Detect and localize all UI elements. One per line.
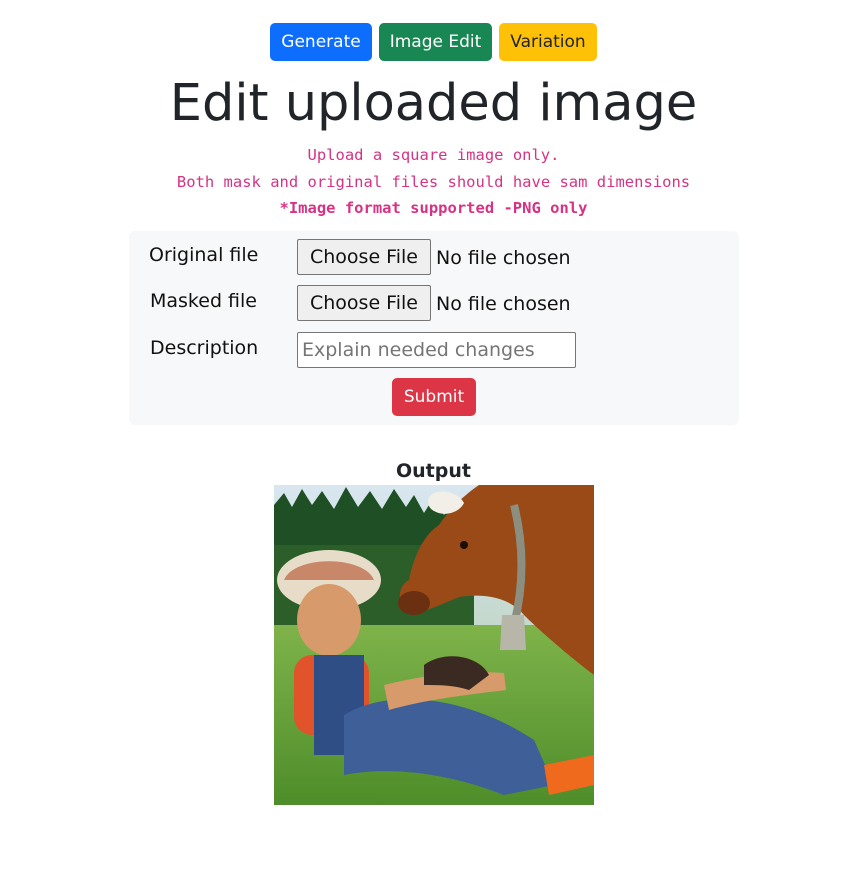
output-image bbox=[274, 485, 594, 805]
photo-boy-with-cow-icon bbox=[274, 485, 594, 805]
output-label: Output bbox=[396, 460, 471, 482]
nav-bar: Generate Image Edit Variation bbox=[0, 23, 867, 61]
image-edit-button[interactable]: Image Edit bbox=[378, 23, 493, 61]
description-label: Description bbox=[150, 337, 259, 359]
variation-button[interactable]: Variation bbox=[499, 23, 597, 61]
submit-button[interactable]: Submit bbox=[392, 378, 476, 416]
original-file-choose-button[interactable]: Choose File bbox=[297, 239, 431, 275]
description-input[interactable] bbox=[297, 332, 576, 368]
note-same-dimensions: Both mask and original files should have… bbox=[176, 173, 691, 191]
note-png-only: *Image format supported -PNG only bbox=[279, 199, 588, 217]
masked-file-choose-button[interactable]: Choose File bbox=[297, 285, 431, 321]
upload-form: Original file Choose File No file chosen… bbox=[129, 231, 739, 425]
masked-file-status: No file chosen bbox=[436, 293, 571, 315]
masked-file-label: Masked file bbox=[150, 290, 257, 312]
original-file-label: Original file bbox=[149, 244, 259, 266]
page-title: Edit uploaded image bbox=[169, 74, 698, 133]
original-file-status: No file chosen bbox=[436, 247, 571, 269]
note-square-image: Upload a square image only. bbox=[307, 146, 560, 164]
generate-button[interactable]: Generate bbox=[270, 23, 372, 61]
